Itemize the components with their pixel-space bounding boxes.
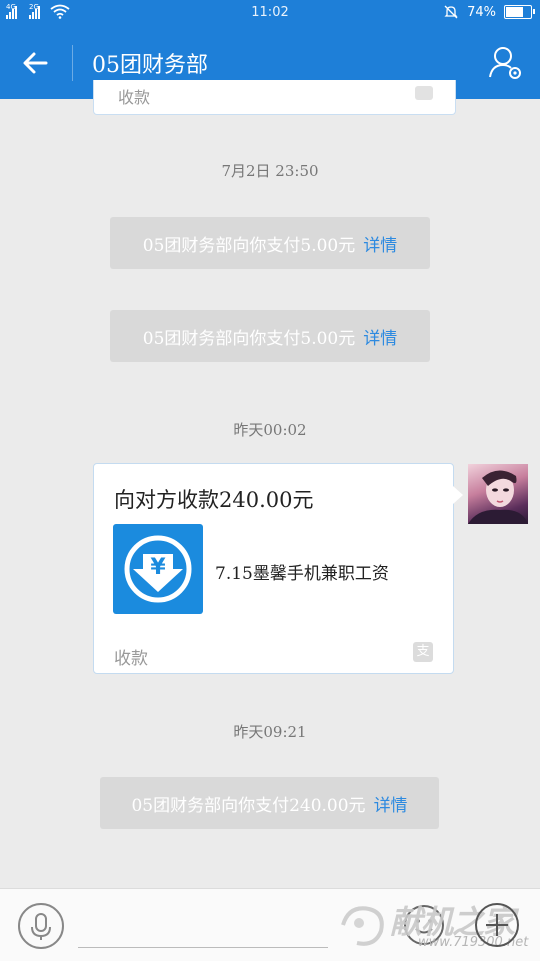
microphone-icon [31, 913, 51, 940]
yuan-download-icon: ¥ [113, 524, 203, 614]
avatar[interactable] [468, 464, 528, 524]
watermark-logo [341, 906, 384, 946]
timestamp: 昨天00:02 [233, 421, 307, 439]
payment-request-card[interactable]: 向对方收款240.00元 ¥ 7.15墨馨手机兼职工资 收款 支 [93, 463, 454, 674]
voice-button[interactable] [18, 903, 64, 949]
request-title: 向对方收款240.00元 [114, 488, 314, 512]
mute-bell-icon [444, 5, 458, 19]
request-footer-label: 收款 [114, 649, 148, 669]
back-arrow-icon [23, 52, 48, 74]
status-bar: 4G 2G 11:02 74% [0, 0, 540, 27]
message-input[interactable] [78, 947, 328, 948]
title-divider [72, 45, 73, 81]
payment-notice-text: 05团财务部向你支付5.00元 [142, 328, 356, 349]
payment-notice-text: 05团财务部向你支付240.00元 [131, 795, 366, 816]
previous-card-label: 收款 [118, 88, 151, 107]
back-button[interactable] [18, 45, 54, 81]
alipay-icon: 支 [413, 642, 433, 662]
battery-icon [504, 5, 535, 19]
timestamp: 7月2日 23:50 [221, 162, 319, 180]
details-link[interactable]: 详情 [363, 231, 397, 256]
previous-payment-card[interactable]: 收款 [93, 80, 456, 115]
timestamp: 昨天09:21 [233, 723, 307, 741]
battery-percent: 74% [467, 4, 496, 20]
chat-settings-button[interactable] [486, 43, 526, 83]
payment-notice: 05团财务部向你支付240.00元 详情 [100, 777, 439, 829]
input-bar: 献机之家 www.719300.net [0, 888, 540, 961]
request-description: 7.15墨馨手机兼职工资 [215, 564, 389, 584]
details-link[interactable]: 详情 [374, 791, 408, 816]
more-button[interactable] [475, 903, 519, 947]
alipay-icon [415, 86, 433, 100]
details-link[interactable]: 详情 [363, 324, 397, 349]
payment-notice-text: 05团财务部向你支付5.00元 [142, 235, 356, 256]
payment-notice: 05团财务部向你支付5.00元 详情 [110, 217, 430, 269]
user-settings-icon [489, 47, 521, 79]
bubble-tail [453, 486, 463, 504]
svg-text:¥: ¥ [150, 555, 166, 580]
payment-notice: 05团财务部向你支付5.00元 详情 [110, 310, 430, 362]
chat-title: 05团财务部 [92, 53, 208, 78]
